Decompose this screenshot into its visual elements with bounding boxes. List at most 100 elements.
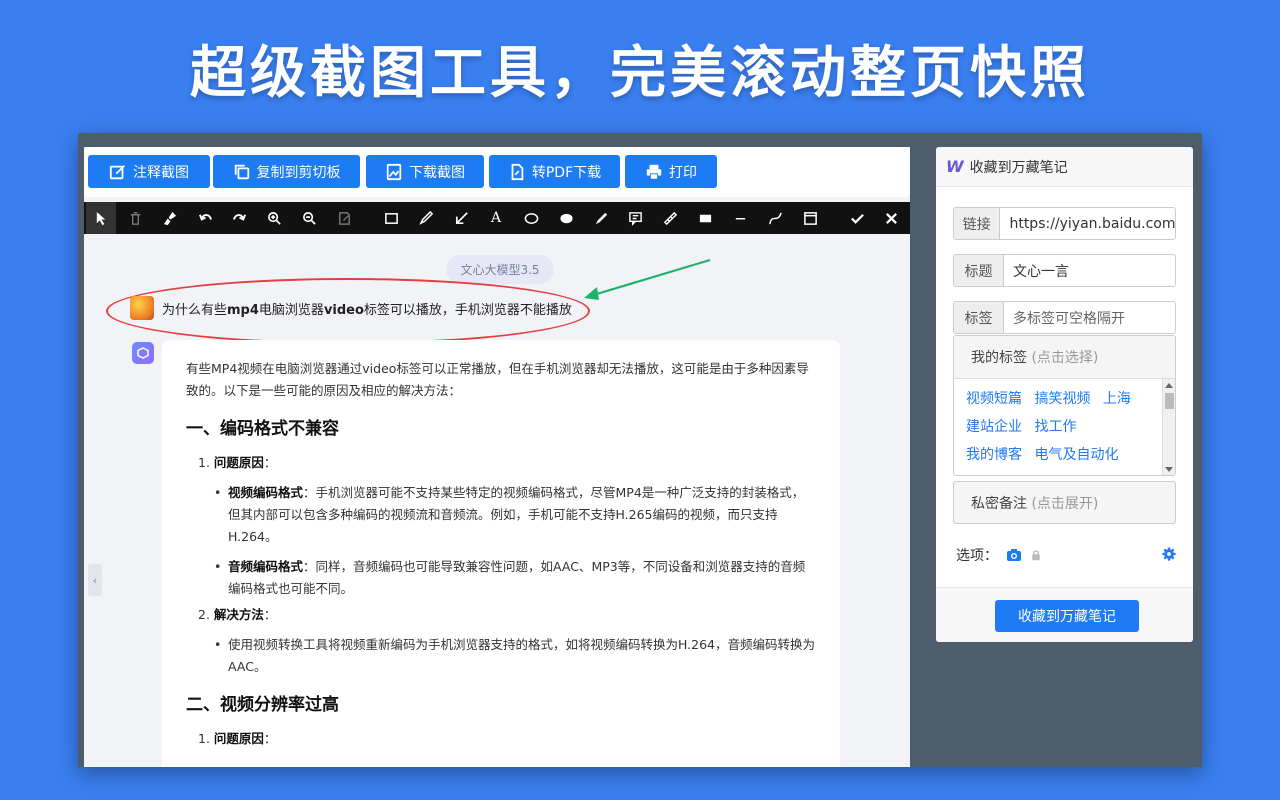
annotate-button[interactable]: 注释截图	[88, 155, 210, 188]
marker-tool-icon[interactable]	[411, 202, 441, 234]
my-tags-label: 我的标签	[971, 350, 1027, 366]
undo-icon[interactable]	[190, 202, 220, 234]
ellipse-tool-icon[interactable]	[516, 202, 546, 234]
tag-list-scrollbar[interactable]	[1162, 379, 1175, 475]
bullet-title: 视频编码格式	[228, 485, 304, 500]
print-button[interactable]: 打印	[625, 155, 717, 188]
filled-ellipse-tool-icon[interactable]	[551, 202, 581, 234]
lock-icon[interactable]	[1030, 549, 1042, 561]
action-bar: 注释截图 复制到剪切板 下载截图 转PDF下载 打印	[84, 147, 910, 197]
my-tags-header[interactable]: 我的标签 (点击选择)	[954, 336, 1175, 379]
bullet-title: 音频编码格式	[228, 559, 304, 574]
bot-avatar	[132, 342, 154, 364]
line-tool-icon[interactable]	[725, 202, 755, 234]
numbered-item: 1. 问题原因：	[198, 452, 816, 474]
bullet-text: ：同样，音频编码也可能导致兼容性问题，如AAC、MP3等，不同设备和浏览器支持的…	[228, 559, 806, 596]
curve-tool-icon[interactable]	[760, 202, 790, 234]
crop-tool-icon[interactable]	[795, 202, 825, 234]
link-input[interactable]: https://yiyan.baidu.com/c	[1000, 208, 1175, 239]
copy-label: 复制到剪切板	[256, 164, 341, 181]
item-title: 解决方法	[213, 607, 264, 622]
annotation-toolbar: A	[84, 202, 910, 234]
zoom-in-icon[interactable]	[259, 202, 289, 234]
gear-icon[interactable]	[1162, 547, 1176, 561]
answer-card: 有些MP4视频在电脑浏览器通过video标签可以正常播放，但在手机浏览器却无法播…	[162, 340, 840, 767]
tag-item[interactable]: 找工作	[1034, 419, 1076, 435]
numbered-item: 2. 解决方法：	[198, 604, 816, 626]
question-bold: video	[323, 303, 364, 318]
green-arrow-annotation[interactable]	[584, 256, 724, 316]
user-avatar	[130, 296, 154, 320]
item-title: 问题原因	[213, 455, 264, 470]
tag-item[interactable]: 免费资源	[1034, 475, 1090, 476]
mosaic-tool-icon[interactable]	[690, 202, 720, 234]
link-label: 链接	[954, 208, 1001, 239]
question-text: 为什么有些	[162, 303, 228, 318]
tag-item[interactable]: 视频短篇	[966, 391, 1022, 407]
zoom-out-icon[interactable]	[294, 202, 324, 234]
pdf-button[interactable]: 转PDF下载	[489, 155, 620, 188]
app-window: 注释截图 复制到剪切板 下载截图 转PDF下载 打印 A 文心大模型3.5 为什…	[78, 133, 1202, 767]
item-number: 1.	[198, 455, 214, 470]
item-title: 问题原因	[213, 731, 264, 746]
redo-icon[interactable]	[224, 202, 254, 234]
collapse-sidebar-tab[interactable]: ‹	[88, 564, 102, 596]
bullet-item: 音频编码格式：同样，音频编码也可能导致兼容性问题，如AAC、MP3等，不同设备和…	[214, 556, 816, 600]
tag-item[interactable]: 学习工作	[966, 475, 1022, 476]
scroll-down-icon[interactable]	[1165, 467, 1173, 472]
scroll-up-icon[interactable]	[1165, 383, 1173, 388]
arrow-tool-icon[interactable]	[446, 202, 476, 234]
private-note-hint: (点击展开)	[1031, 495, 1099, 512]
pdf-icon	[511, 163, 524, 180]
image-icon	[386, 163, 402, 180]
delete-tool-icon[interactable]	[120, 202, 150, 234]
panel-header: W 收藏到万藏笔记	[936, 147, 1193, 187]
tags-input[interactable]: 多标签可空格隔开	[1004, 302, 1125, 333]
bullet-text: ：手机浏览器可能不支持某些特定的视频编码格式，尽管MP4是一种广泛支持的封装格式…	[228, 485, 805, 544]
edit-disabled-icon[interactable]	[329, 202, 359, 234]
save-panel: W 收藏到万藏笔记 链接 https://yiyan.baidu.com/c 标…	[936, 147, 1193, 642]
ruler-tool-icon[interactable]	[655, 202, 685, 234]
download-label: 下载截图	[409, 164, 465, 181]
link-field[interactable]: 链接 https://yiyan.baidu.com/c	[953, 207, 1176, 240]
colon: ：	[263, 607, 277, 622]
headline: 超级截图工具，完美滚动整页快照	[190, 41, 1090, 106]
pen-tool-icon[interactable]	[586, 202, 616, 234]
select-tool-icon[interactable]	[86, 202, 116, 234]
options-row: 选项：	[956, 545, 1176, 565]
rectangle-tool-icon[interactable]	[376, 202, 406, 234]
title-input[interactable]: 文心一言	[1004, 255, 1069, 286]
section-heading: 一、编码格式不兼容	[186, 419, 339, 439]
tag-item[interactable]: 搞笑视频	[1034, 391, 1090, 407]
title-field[interactable]: 标题 文心一言	[953, 254, 1176, 287]
download-button[interactable]: 下载截图	[366, 155, 484, 188]
clear-brush-icon[interactable]	[155, 202, 185, 234]
tag-item[interactable]: 上海	[1103, 391, 1131, 407]
printer-icon	[646, 164, 662, 180]
bullet-text: 使用视频转换工具将视频重新编码为手机浏览器支持的格式，如将视频编码转换为H.26…	[228, 637, 816, 674]
answer-intro: 有些MP4视频在电脑浏览器通过video标签可以正常播放，但在手机浏览器却无法播…	[186, 361, 809, 398]
camera-icon[interactable]	[1006, 547, 1022, 563]
model-label: 文心大模型3.5	[446, 255, 554, 284]
copy-button[interactable]: 复制到剪切板	[213, 155, 360, 188]
copy-icon	[234, 164, 249, 179]
close-icon[interactable]	[876, 202, 906, 234]
colon: ：	[263, 731, 277, 746]
tag-item[interactable]: 电气及自动化	[1034, 447, 1118, 463]
private-note-toggle[interactable]: 私密备注 (点击展开)	[953, 481, 1176, 524]
text-tool-icon[interactable]: A	[481, 202, 511, 234]
save-to-notes-button[interactable]: 收藏到万藏笔记	[995, 600, 1139, 632]
item-number: 1.	[198, 731, 214, 746]
options-label: 选项：	[956, 548, 998, 564]
panel-title: 收藏到万藏笔记	[969, 159, 1068, 176]
scroll-thumb[interactable]	[1165, 393, 1174, 409]
tag-item[interactable]: 建站企业	[966, 419, 1022, 435]
bullet-item: 视频编码格式：手机浏览器可能不支持某些特定的视频编码格式，尽管MP4是一种广泛支…	[214, 482, 816, 548]
tag-item[interactable]: 我的博客	[966, 447, 1022, 463]
confirm-icon[interactable]	[842, 202, 872, 234]
tags-field[interactable]: 标签 多标签可空格隔开	[953, 301, 1176, 334]
colon: ：	[263, 455, 277, 470]
comment-tool-icon[interactable]	[620, 202, 650, 234]
annotate-label: 注释截图	[133, 164, 189, 181]
panel-footer: 收藏到万藏笔记	[936, 587, 1193, 642]
